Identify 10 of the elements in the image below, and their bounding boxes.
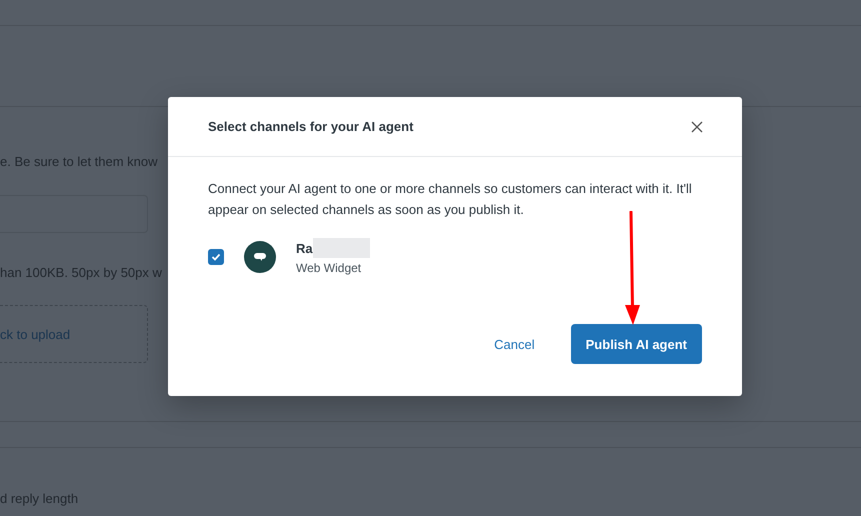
channel-checkbox[interactable] bbox=[208, 248, 224, 264]
publish-button[interactable]: Publish AI agent bbox=[570, 324, 702, 364]
close-icon[interactable] bbox=[691, 120, 703, 132]
chat-bubble-icon bbox=[244, 240, 276, 272]
channel-type: Web Widget bbox=[296, 261, 362, 275]
channel-name: Ra bbox=[296, 240, 313, 256]
dialog-title: Select channels for your AI agent bbox=[208, 119, 414, 134]
cancel-button[interactable]: Cancel bbox=[494, 336, 535, 352]
checkmark-icon bbox=[211, 252, 221, 260]
dialog-description: Connect your AI agent to one or more channels so customers can interact with it. It'll appear on selected channels as soon as you publish it. bbox=[208, 180, 693, 219]
